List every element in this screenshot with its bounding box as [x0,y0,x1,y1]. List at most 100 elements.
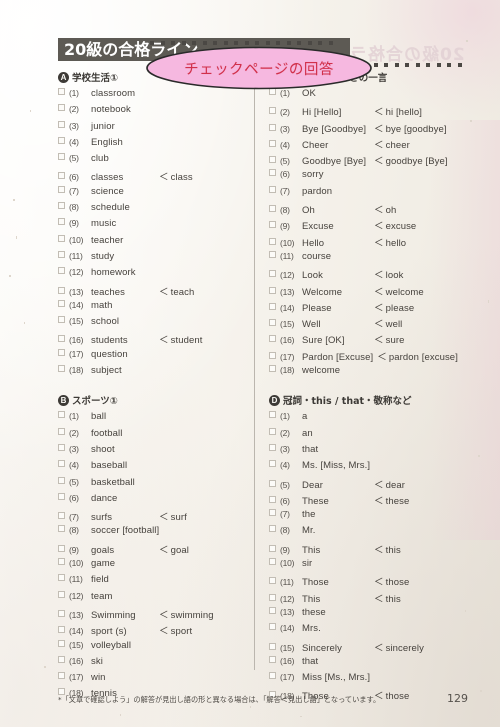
checkbox-icon[interactable] [58,443,65,451]
checkbox-icon[interactable] [269,365,276,373]
checkbox-icon[interactable] [58,250,65,258]
answer-section-a: A 学校生活① (1) classroom (2) notebook (3) junior (4… [58,70,246,381]
paper-speckle [9,275,11,277]
checkbox-icon[interactable] [58,299,65,307]
checkbox-icon[interactable] [269,319,276,327]
checkbox-icon[interactable] [58,185,65,193]
checkbox-icon[interactable] [58,672,65,680]
checkbox-icon[interactable] [269,443,276,451]
checkbox-icon[interactable] [58,286,65,294]
item-number: (6) [69,172,79,183]
checkbox-icon[interactable] [269,221,276,229]
checkbox-icon[interactable] [58,104,65,112]
checkbox-icon[interactable] [58,136,65,144]
checkbox-icon[interactable] [58,218,65,226]
answer-text: These [302,495,329,507]
checkbox-icon[interactable] [269,302,276,310]
answer-row: (7) pardon [269,185,451,202]
checkbox-icon[interactable] [58,558,65,566]
checkbox-icon[interactable] [58,234,65,242]
headword-alternate: ＜ class [159,172,193,184]
headword-alternate: ＜ surf [159,512,187,524]
checkbox-icon[interactable] [58,365,65,373]
answer-row: (2) an [269,427,451,444]
checkbox-icon[interactable] [58,574,65,582]
answer-text: goals [91,544,115,556]
checkbox-icon[interactable] [58,639,65,647]
checkbox-icon[interactable] [269,509,276,517]
answer-row: (3) Bye [Goodbye] ＜ bye [goodbye] [269,121,451,137]
answer-row: (11) field [58,574,246,590]
checkbox-icon[interactable] [269,672,276,680]
checkbox-icon[interactable] [269,185,276,193]
checkbox-icon[interactable] [58,626,65,634]
checkbox-icon[interactable] [58,202,65,210]
checkbox-icon[interactable] [269,205,276,213]
checkbox-icon[interactable] [269,411,276,419]
checkbox-icon[interactable] [269,139,276,147]
checkbox-icon[interactable] [269,606,276,614]
checkbox-icon[interactable] [58,427,65,435]
checkbox-icon[interactable] [269,250,276,258]
answer-text: Sincerely [302,642,342,654]
dot-icon [384,63,388,67]
checkbox-icon[interactable] [58,120,65,128]
overlay-annotation-label: チェックページの回答 [184,61,334,78]
checkbox-icon[interactable] [269,623,276,631]
checkbox-icon[interactable] [58,590,65,598]
checkbox-icon[interactable] [269,479,276,487]
checkbox-icon[interactable] [269,495,276,503]
less-than-icon: ＜ [374,577,384,589]
checkbox-icon[interactable] [58,316,65,324]
item-number: (14) [69,299,84,310]
checkbox-icon[interactable] [58,512,65,520]
checkbox-icon[interactable] [58,460,65,468]
checkbox-icon[interactable] [269,169,276,177]
checkbox-icon[interactable] [269,642,276,650]
checkbox-icon[interactable] [58,348,65,356]
checkbox-icon[interactable] [58,172,65,180]
checkbox-icon[interactable] [58,411,65,419]
checkbox-icon[interactable] [58,476,65,484]
checkbox-icon[interactable] [58,655,65,663]
checkbox-icon[interactable] [58,525,65,533]
checkbox-icon[interactable] [269,156,276,164]
item-number: (1) [280,411,290,422]
answer-row: (9) goals ＜ goal [58,542,246,558]
answer-row: (16) that [269,655,451,672]
checkbox-icon[interactable] [269,351,276,359]
checkbox-icon[interactable] [269,558,276,566]
checkbox-icon[interactable] [269,123,276,131]
paper-speckle [13,199,15,201]
less-than-icon: ＜ [159,172,169,184]
checkbox-icon[interactable] [269,335,276,343]
checkbox-icon[interactable] [269,593,276,601]
answer-text: study [91,250,115,262]
checkbox-icon[interactable] [269,655,276,663]
answer-text: question [91,348,128,360]
checkbox-icon[interactable] [58,609,65,617]
checkbox-icon[interactable] [269,525,276,533]
checkbox-icon[interactable] [58,267,65,275]
checkbox-icon[interactable] [58,492,65,500]
less-than-icon: ＜ [374,544,384,556]
checkbox-icon[interactable] [58,544,65,552]
checkbox-icon[interactable] [269,237,276,245]
overlay-annotation-ellipse: チェックページの回答 [144,45,374,91]
less-than-icon: ＜ [159,286,169,298]
checkbox-icon[interactable] [269,544,276,552]
checkbox-icon[interactable] [269,427,276,435]
checkbox-icon[interactable] [269,107,276,115]
checkbox-icon[interactable] [269,577,276,585]
checkbox-icon[interactable] [58,153,65,161]
headword-alternate: ＜ well [374,319,403,331]
answer-row: (16) students ＜ student [58,332,246,348]
checkbox-icon[interactable] [269,286,276,294]
checkbox-icon[interactable] [269,460,276,468]
item-number: (13) [280,286,295,297]
answer-text: subject [91,365,122,377]
left-column: A 学校生活① (1) classroom (2) notebook (3) junior (4… [58,70,254,699]
checkbox-icon[interactable] [58,335,65,343]
checkbox-icon[interactable] [269,270,276,278]
checkbox-icon[interactable] [58,88,65,95]
